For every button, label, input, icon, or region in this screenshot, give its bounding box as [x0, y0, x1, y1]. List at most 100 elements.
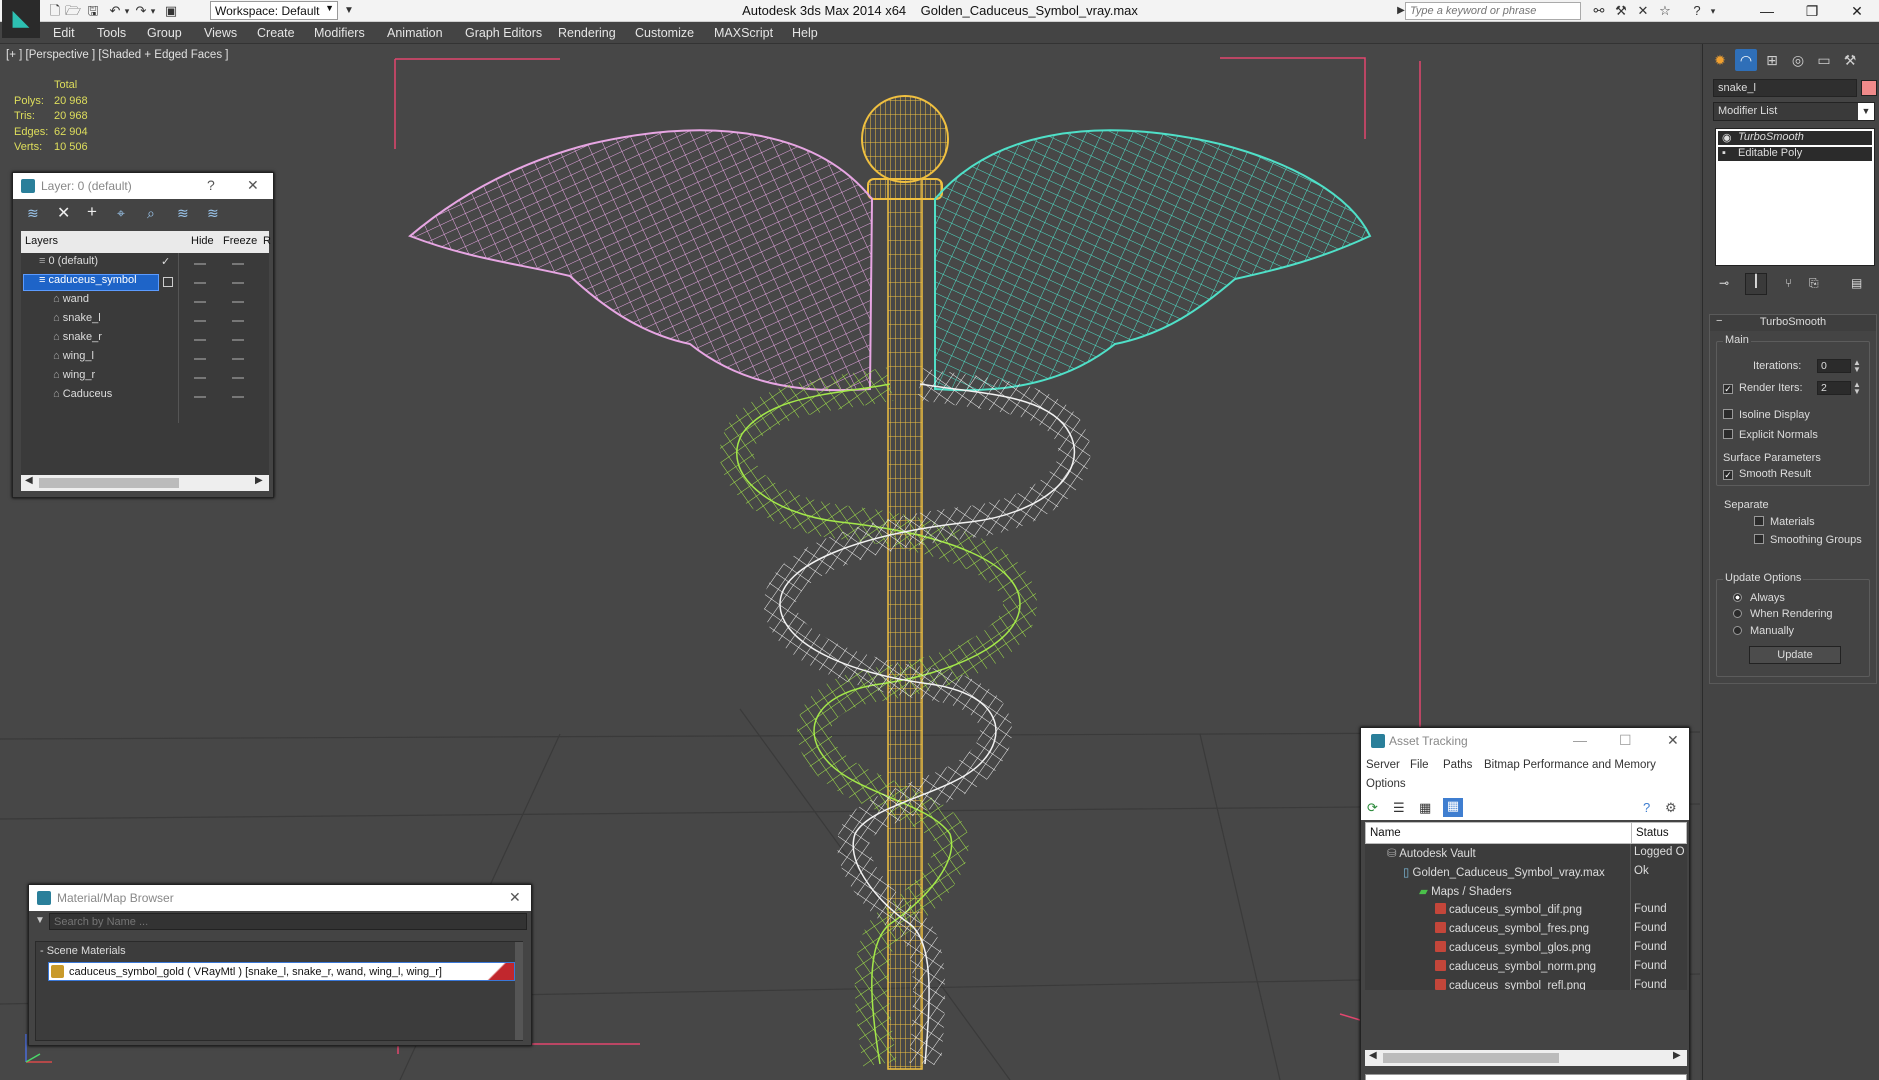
open-file-icon[interactable]: 🗁	[64, 2, 82, 20]
material-browser-titlebar[interactable]: Material/Map Browser ✕	[29, 885, 531, 911]
menu-views[interactable]: Views	[204, 26, 237, 40]
project-folder-icon[interactable]: ▣	[162, 2, 180, 20]
layer-row[interactable]: ⌂ Caduceus	[21, 388, 251, 405]
workspace-dropdown[interactable]: Workspace: Default ▼	[210, 1, 338, 20]
separate-materials-checkbox[interactable]: Materials	[1754, 516, 1815, 528]
menu-help[interactable]: Help	[792, 26, 818, 40]
table-row[interactable]: caduceus_symbol_dif.png Found	[1365, 903, 1687, 921]
separate-smoothing-groups-checkbox[interactable]: Smoothing Groups	[1754, 534, 1862, 546]
col-freeze[interactable]: Freeze	[223, 235, 257, 247]
table-row[interactable]: caduceus_symbol_fres.png Found	[1365, 922, 1687, 940]
modify-tab-icon[interactable]: ◠	[1735, 49, 1757, 71]
highlight-layer-icon[interactable]: ⌕	[147, 205, 155, 222]
binoculars-icon[interactable]: ⚯	[1590, 2, 1608, 20]
col-layers[interactable]: Layers	[25, 235, 58, 247]
menu-edit[interactable]: Edit	[53, 26, 75, 40]
viewport-label[interactable]: [+ ] [Perspective ] [Shaded + Edged Face…	[6, 49, 228, 61]
material-item[interactable]: caduceus_symbol_gold ( VRayMtl ) [snake_…	[48, 962, 515, 981]
menu-maxscript[interactable]: MAXScript	[714, 26, 773, 40]
freeze-all-icon[interactable]: ≋	[207, 205, 219, 222]
make-unique-icon[interactable]: ⑂	[1785, 276, 1792, 290]
menu-group[interactable]: Group	[147, 26, 182, 40]
scroll-right-icon[interactable]: ▶	[1673, 1050, 1681, 1061]
hierarchy-tab-icon[interactable]: ⊞	[1761, 49, 1783, 71]
render-iters-spinner[interactable]: 2	[1817, 381, 1851, 395]
perspective-viewport[interactable]: [+ ] [Perspective ] [Shaded + Edged Face…	[0, 44, 1700, 1080]
scroll-thumb[interactable]	[1383, 1053, 1559, 1063]
help-dropdown-icon[interactable]: ▾	[1704, 2, 1722, 20]
update-button[interactable]: Update	[1749, 646, 1841, 664]
collapse-icon[interactable]: −	[1716, 315, 1722, 327]
table-row[interactable]: ▯ Golden_Caduceus_Symbol_vray.max Ok	[1365, 865, 1687, 883]
update-when-rendering-radio[interactable]: When Rendering	[1733, 608, 1833, 620]
maximize-icon[interactable]: ☐	[1619, 732, 1632, 749]
table-row[interactable]: ▰ Maps / Shaders	[1365, 884, 1687, 902]
minimize-icon[interactable]: —	[1573, 732, 1587, 748]
table-row[interactable]: caduceus_symbol_glos.png Found	[1365, 941, 1687, 959]
asset-menu-server[interactable]: Server	[1366, 759, 1400, 771]
favorites-icon[interactable]: ☆	[1656, 2, 1674, 20]
layer-row[interactable]: ≡ caduceus_symbol	[21, 274, 251, 291]
render-iters-checkbox[interactable]: ✓ Render Iters:	[1723, 382, 1803, 394]
pin-stack-icon[interactable]: ⊸	[1719, 276, 1729, 290]
table-view-icon[interactable]: ▦	[1443, 798, 1463, 817]
show-end-result-icon[interactable]: ┃	[1745, 273, 1767, 295]
asset-settings-icon[interactable]: ⚙	[1665, 800, 1677, 816]
layer-row[interactable]: ⌂ wand	[21, 293, 251, 310]
asset-menu-options[interactable]: Options	[1366, 778, 1406, 790]
col-name[interactable]: Name	[1370, 827, 1401, 839]
rollout-header[interactable]: − TurboSmooth	[1710, 315, 1876, 331]
menu-rendering[interactable]: Rendering	[558, 26, 616, 40]
table-row[interactable]: ⛁ Autodesk Vault Logged O	[1365, 846, 1687, 864]
update-manually-radio[interactable]: Manually	[1733, 625, 1794, 637]
layer-horizontal-scrollbar[interactable]: ◀ ▶	[21, 475, 269, 491]
asset-tracking-titlebar[interactable]: Asset Tracking — ☐ ✕	[1361, 728, 1689, 756]
stack-item-turbosmooth[interactable]: ◉ TurboSmooth	[1718, 131, 1872, 145]
scene-materials-header[interactable]: - Scene Materials	[40, 945, 126, 957]
add-layer-icon[interactable]: +	[87, 202, 97, 222]
object-color-swatch[interactable]	[1861, 80, 1877, 96]
new-file-icon[interactable]: 🗋	[46, 2, 64, 20]
material-search-input[interactable]	[49, 913, 527, 930]
iterations-spin-arrows-icon[interactable]: ▲ ▼	[1853, 359, 1861, 374]
customize-toolbar-icon[interactable]: ▼	[340, 2, 358, 20]
menu-modifiers[interactable]: Modifiers	[314, 26, 365, 40]
menu-animation[interactable]: Animation	[387, 26, 443, 40]
help-icon[interactable]: ?	[207, 177, 215, 193]
refresh-icon[interactable]: ⟳	[1367, 800, 1378, 816]
create-tab-icon[interactable]: ✹	[1709, 49, 1731, 71]
smooth-result-checkbox[interactable]: ✓ Smooth Result	[1723, 468, 1811, 480]
menu-customize[interactable]: Customize	[635, 26, 694, 40]
layer-row[interactable]: ⌂ snake_l	[21, 312, 251, 329]
motion-tab-icon[interactable]: ◎	[1787, 49, 1809, 71]
expand-icon[interactable]: ▪	[1722, 147, 1726, 159]
explicit-normals-checkbox[interactable]: Explicit Normals	[1723, 429, 1818, 441]
layer-panel-titlebar[interactable]: Layer: 0 (default) ? ✕	[13, 173, 273, 199]
asset-path-field[interactable]	[1365, 1074, 1687, 1080]
browser-options-icon[interactable]: ▼	[35, 915, 45, 926]
restore-icon[interactable]: ❐	[1790, 0, 1834, 22]
iterations-spinner[interactable]: 0	[1817, 359, 1851, 373]
scroll-left-icon[interactable]: ◀	[1369, 1050, 1377, 1061]
render-iters-spin-arrows-icon[interactable]: ▲ ▼	[1853, 381, 1861, 396]
subscription-icon[interactable]: ⚒	[1612, 2, 1630, 20]
scroll-left-icon[interactable]: ◀	[25, 475, 33, 486]
minimize-icon[interactable]: —	[1745, 0, 1789, 22]
layer-stack-icon[interactable]: ≋	[27, 205, 39, 222]
scroll-right-icon[interactable]: ▶	[255, 475, 263, 486]
col-hide[interactable]: Hide	[191, 235, 214, 247]
layer-row[interactable]: ≡ 0 (default) ✓	[21, 255, 251, 272]
asset-menu-bitmap-performance[interactable]: Bitmap Performance and Memory	[1484, 759, 1656, 771]
hide-all-icon[interactable]: ≋	[177, 205, 189, 222]
object-name-field[interactable]: snake_l	[1713, 79, 1857, 97]
stack-item-editable-poly[interactable]: ▪ Editable Poly	[1718, 147, 1872, 161]
layer-row[interactable]: ⌂ snake_r	[21, 331, 251, 348]
app-logo-icon[interactable]: ◣	[2, 0, 40, 38]
menu-create[interactable]: Create	[257, 26, 295, 40]
col-status[interactable]: Status	[1636, 827, 1669, 839]
isoline-display-checkbox[interactable]: Isoline Display	[1723, 409, 1810, 421]
asset-horizontal-scrollbar[interactable]: ◀ ▶	[1365, 1050, 1687, 1066]
list-view-icon[interactable]: ☰	[1393, 800, 1405, 816]
lightbulb-icon[interactable]: ◉	[1722, 131, 1732, 144]
close-icon[interactable]: ✕	[247, 177, 259, 194]
